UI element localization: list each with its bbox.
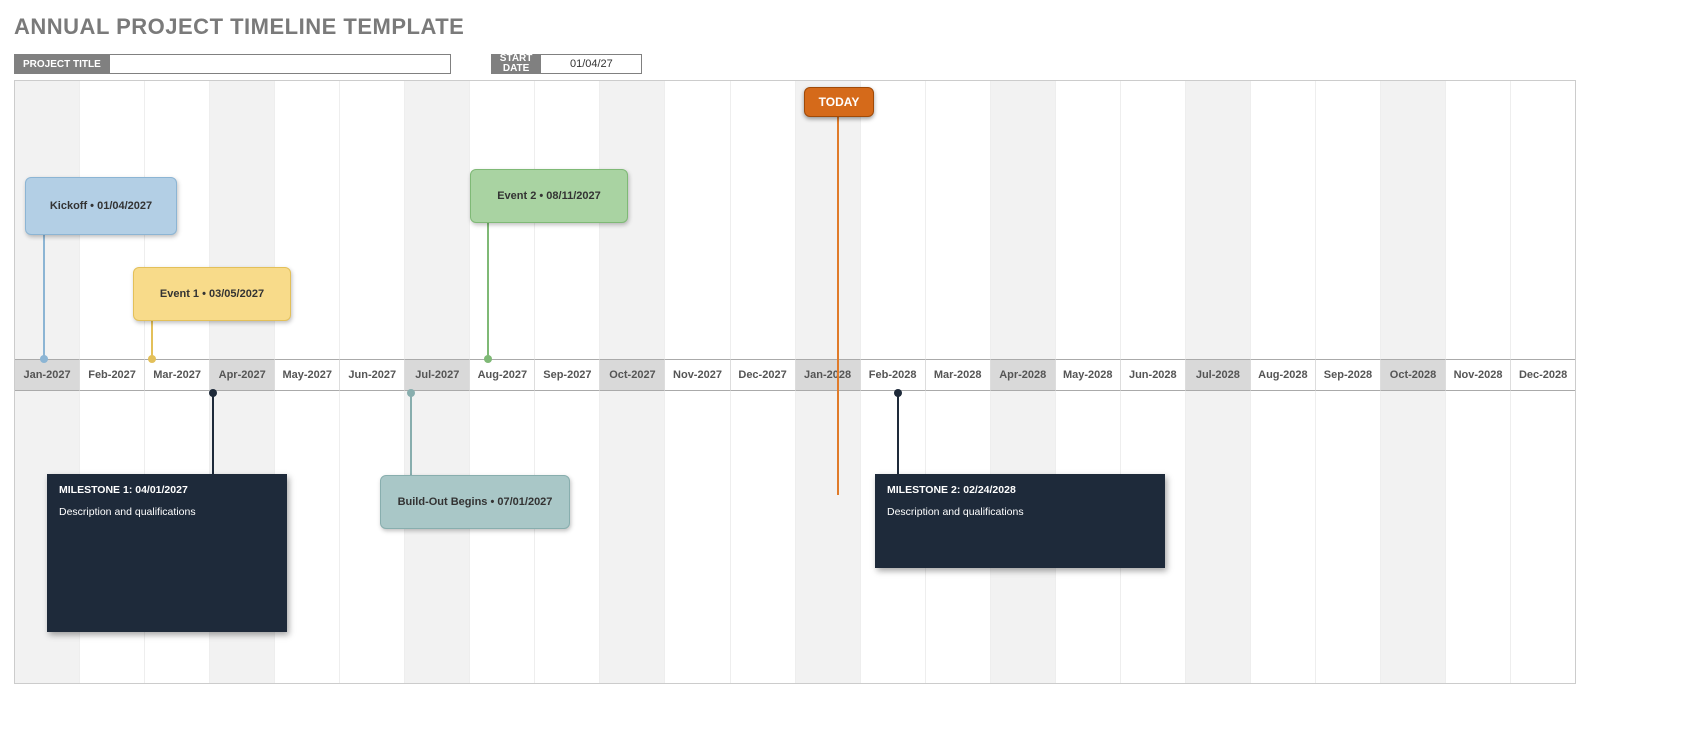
milestone-2-desc: Description and qualifications <box>887 506 1153 518</box>
today-label: TODAY <box>804 87 874 117</box>
milestone-1[interactable]: MILESTONE 1: 04/01/2027 Description and … <box>47 474 287 632</box>
page-title: ANNUAL PROJECT TIMELINE TEMPLATE <box>14 14 1694 40</box>
milestone-2-title: MILESTONE 2: 02/24/2028 <box>887 484 1153 496</box>
month-cell: Apr-2027 <box>210 359 275 391</box>
milestone-1-connector <box>212 391 214 475</box>
month-cell: Feb-2027 <box>80 359 145 391</box>
month-cell: Mar-2028 <box>926 359 991 391</box>
milestone-1-dot <box>209 389 217 397</box>
month-cell: Jun-2028 <box>1121 359 1186 391</box>
month-cell: Jan-2027 <box>15 359 80 391</box>
project-title-field: PROJECT TITLE <box>14 54 451 74</box>
milestone-2-dot <box>894 389 902 397</box>
event-kickoff[interactable]: Kickoff • 01/04/2027 <box>25 177 177 235</box>
milestone-2[interactable]: MILESTONE 2: 02/24/2028 Description and … <box>875 474 1165 568</box>
months-axis: Jan-2027 Feb-2027 Mar-2027 Apr-2027 May-… <box>15 359 1575 391</box>
month-cell: Aug-2028 <box>1251 359 1316 391</box>
event-kickoff-dot <box>40 355 48 363</box>
month-cell: Dec-2027 <box>731 359 796 391</box>
month-cell: Sep-2028 <box>1316 359 1381 391</box>
event-kickoff-connector <box>43 235 45 359</box>
milestone-2-connector <box>897 391 899 475</box>
month-cell: Jul-2028 <box>1186 359 1251 391</box>
month-cell: Oct-2028 <box>1381 359 1446 391</box>
month-cell: Feb-2028 <box>861 359 926 391</box>
event-buildout-dot <box>407 389 415 397</box>
event-2[interactable]: Event 2 • 08/11/2027 <box>470 169 628 223</box>
milestone-1-title: MILESTONE 1: 04/01/2027 <box>59 484 275 496</box>
start-date-label: STARTDATE <box>491 54 542 74</box>
month-cell: Dec-2028 <box>1511 359 1575 391</box>
month-cell: Mar-2027 <box>145 359 210 391</box>
today-line <box>837 115 839 495</box>
event-buildout[interactable]: Build-Out Begins • 07/01/2027 <box>380 475 570 529</box>
start-date-input[interactable]: 01/04/27 <box>541 54 642 74</box>
month-cell: Nov-2027 <box>665 359 730 391</box>
month-cell: May-2027 <box>275 359 340 391</box>
event-buildout-connector <box>410 391 412 475</box>
month-cell: Oct-2027 <box>600 359 665 391</box>
event-1-connector <box>151 321 153 359</box>
timeline-chart: Jan-2027 Feb-2027 Mar-2027 Apr-2027 May-… <box>14 80 1576 684</box>
month-cell: Nov-2028 <box>1446 359 1511 391</box>
project-title-label: PROJECT TITLE <box>14 54 110 74</box>
event-1-dot <box>148 355 156 363</box>
project-title-input[interactable] <box>110 54 451 74</box>
month-cell: Sep-2027 <box>535 359 600 391</box>
month-cell: Jan-2028 <box>796 359 861 391</box>
month-cell: Jun-2027 <box>340 359 405 391</box>
month-cell: May-2028 <box>1056 359 1121 391</box>
event-2-dot <box>484 355 492 363</box>
milestone-1-desc: Description and qualifications <box>59 506 275 518</box>
header-row: PROJECT TITLE STARTDATE 01/04/27 <box>14 54 1694 74</box>
month-cell: Jul-2027 <box>405 359 470 391</box>
month-cell: Aug-2027 <box>470 359 535 391</box>
event-1[interactable]: Event 1 • 03/05/2027 <box>133 267 291 321</box>
start-date-field: STARTDATE 01/04/27 <box>491 54 643 74</box>
month-cell: Apr-2028 <box>991 359 1056 391</box>
event-2-connector <box>487 223 489 359</box>
